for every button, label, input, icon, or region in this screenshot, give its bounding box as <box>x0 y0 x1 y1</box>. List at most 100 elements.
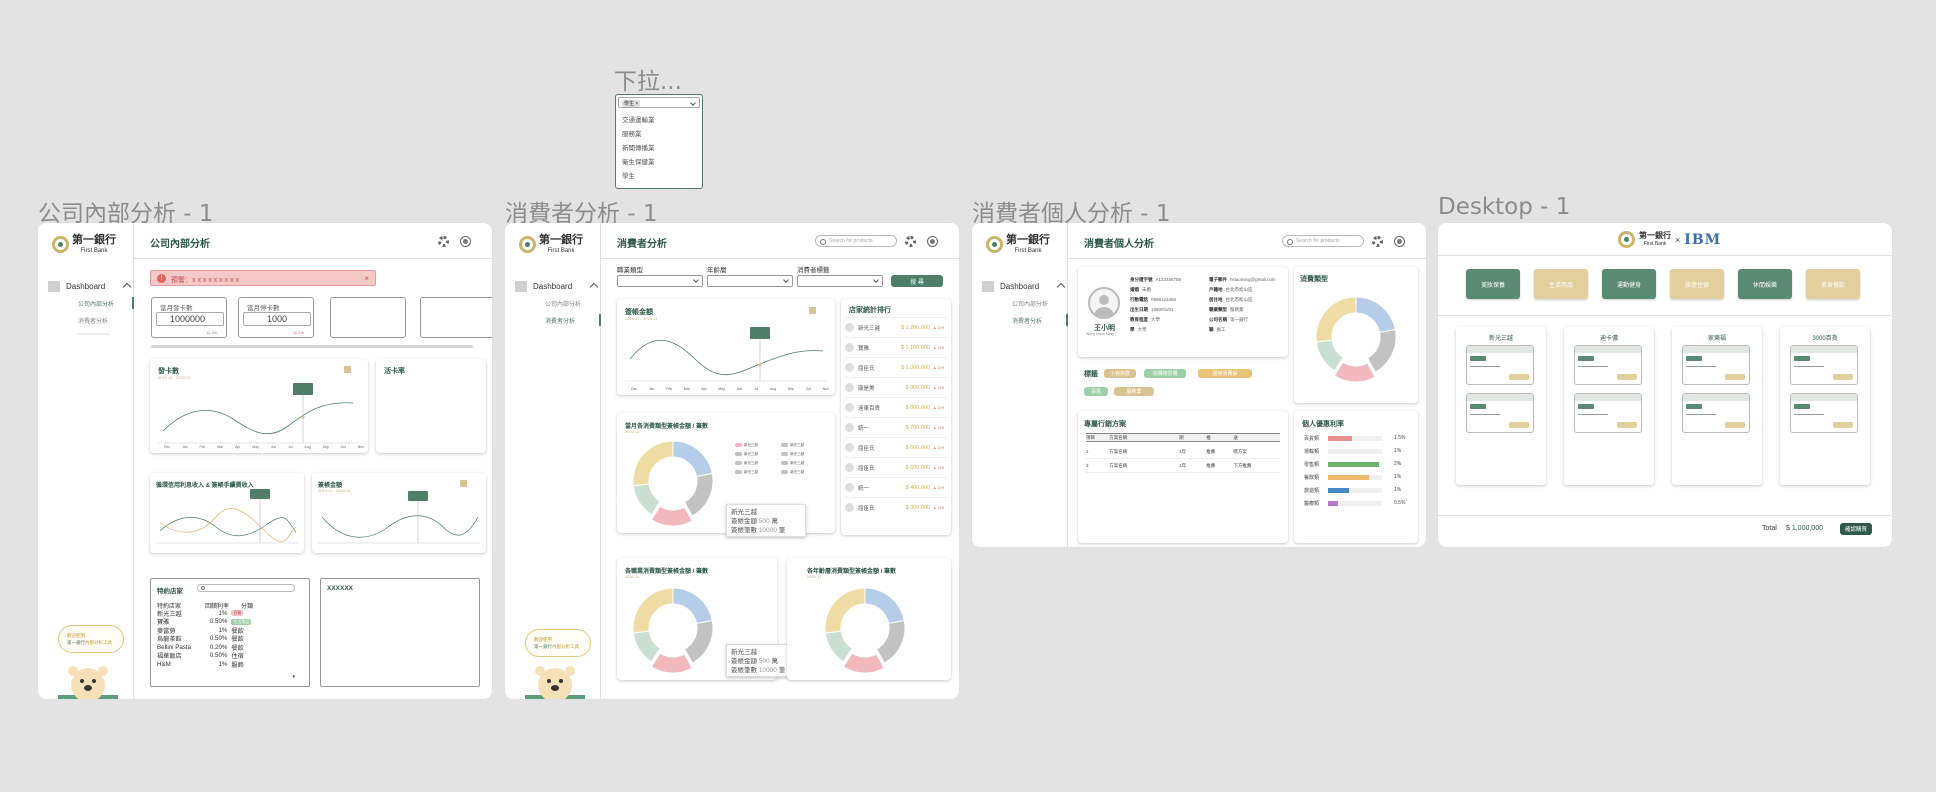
dropdown-option[interactable]: 新聞傳播業 <box>622 142 655 156</box>
table-row[interactable]: 統一 $ 700,000 ▲ 11% <box>845 417 947 437</box>
dropdown-option[interactable]: 交通運輸業 <box>622 114 655 128</box>
add-button[interactable] <box>1725 374 1745 380</box>
table-row[interactable]: 康是美 $ 900,000 ▲ 11% <box>845 377 947 397</box>
chevron-down-icon[interactable] <box>690 100 696 106</box>
donut-slice[interactable] <box>1333 361 1376 383</box>
add-button[interactable] <box>1833 374 1853 380</box>
add-button[interactable] <box>1509 422 1529 428</box>
donut-slice[interactable] <box>842 652 885 674</box>
dropdown-option[interactable]: 衛生保健業 <box>622 156 655 170</box>
donut-slice[interactable] <box>1315 296 1357 343</box>
tag-chip[interactable]: 有購物習慣 <box>1144 369 1186 378</box>
category-button[interactable]: 美食餐飲 <box>1806 269 1860 299</box>
donut-slice[interactable] <box>1366 328 1397 373</box>
table-row[interactable]: 新光三越 $ 1,200,000 ▲ 11% <box>845 317 947 337</box>
category-button[interactable]: 旅遊住宿 <box>1670 269 1724 299</box>
table-row[interactable]: 寶雅 $ 1,100,000 ▲ 11% <box>845 337 947 357</box>
table-row[interactable]: 屈臣氏 $ 500,000 ▲ 11% <box>845 457 947 477</box>
donut-slice[interactable] <box>1315 339 1344 372</box>
settings-gear-icon[interactable] <box>905 236 916 247</box>
user-avatar-icon[interactable] <box>460 236 471 247</box>
donut-slice[interactable] <box>864 587 905 625</box>
dropdown-select-box[interactable]: 學生 × <box>618 97 700 108</box>
chevron-up-icon[interactable] <box>589 282 599 292</box>
occupation-select[interactable] <box>617 275 703 287</box>
tag-chip[interactable]: 小資族群 <box>1104 369 1136 378</box>
donut-slice[interactable] <box>650 505 693 527</box>
category-button[interactable]: 生活用品 <box>1534 269 1588 299</box>
category-button[interactable]: 美妝保養 <box>1466 269 1520 299</box>
product-card[interactable] <box>1466 345 1534 385</box>
sidebar-item-consumer[interactable]: 消費者分析 <box>1012 316 1042 325</box>
user-avatar-icon[interactable] <box>927 236 938 247</box>
chevron-up-icon[interactable] <box>122 282 132 292</box>
category-button[interactable]: 休閒娛樂 <box>1738 269 1792 299</box>
donut-slice[interactable] <box>824 587 866 634</box>
dropdown-option[interactable]: 學生 <box>622 170 655 184</box>
selected-chip[interactable]: 學生 × <box>622 100 641 107</box>
alert-banner[interactable]: ! 預警：x x x x x x x x x × <box>150 270 376 286</box>
table-row[interactable]: H&M 1% 服飾 <box>157 660 277 669</box>
table-row[interactable]: 屈臣氏 $ 1,000,000 ▲ 11% <box>845 357 947 377</box>
tag-select[interactable] <box>797 275 883 287</box>
donut-slice[interactable] <box>683 472 714 517</box>
search-input[interactable]: Search for products <box>815 235 897 247</box>
tag-chip[interactable]: 經常消費保 <box>1198 369 1252 378</box>
table-row[interactable]: 烏龍茶館 0.50% 餐飲 <box>157 635 277 643</box>
search-input[interactable] <box>197 584 295 592</box>
product-card[interactable] <box>1790 393 1858 433</box>
table-row[interactable]: 統一 $ 400,000 ▲ 11% <box>845 477 947 497</box>
table-row[interactable]: 屈臣氏 $ 300,000 ▲ 11% <box>845 497 947 517</box>
add-button[interactable] <box>1509 374 1529 380</box>
settings-gear-icon[interactable] <box>438 236 449 247</box>
sidebar-item-company[interactable]: 公司內部分析 <box>1012 299 1048 308</box>
age-select[interactable] <box>707 275 793 287</box>
settings-small-icon[interactable] <box>809 307 816 314</box>
donut-slice[interactable] <box>672 587 713 625</box>
table-row[interactable]: 麥當勞 1% 餐飲 <box>157 626 277 635</box>
donut-slice[interactable] <box>683 619 714 664</box>
donut-slice[interactable] <box>1355 296 1396 334</box>
nav-dashboard[interactable]: Dashboard <box>982 281 1039 292</box>
donut-slice[interactable] <box>824 630 853 663</box>
search-button[interactable]: 搜 尋 <box>891 275 943 287</box>
confirm-purchase-button[interactable]: 確認購買 <box>1840 523 1872 535</box>
chevron-up-icon[interactable] <box>1056 282 1066 292</box>
table-row[interactable]: 新光三越 1% 百貨 <box>157 609 277 618</box>
user-avatar-icon[interactable] <box>1394 236 1405 247</box>
settings-small-icon[interactable] <box>344 366 351 373</box>
category-button[interactable]: 運動健身 <box>1602 269 1656 299</box>
settings-small-icon[interactable] <box>460 480 467 487</box>
add-button[interactable] <box>1617 374 1637 380</box>
settings-gear-icon[interactable] <box>1372 236 1383 247</box>
product-card[interactable] <box>1466 393 1534 433</box>
sidebar-item-company[interactable]: 公司內部分析 <box>78 299 114 308</box>
sidebar-item-company[interactable]: 公司內部分析 <box>545 299 581 308</box>
product-card[interactable] <box>1682 393 1750 433</box>
table-row[interactable]: 2 方案名稱 1年 推薦 下方推薦 <box>1086 459 1280 473</box>
donut-slice[interactable] <box>632 440 674 487</box>
add-button[interactable] <box>1617 422 1637 428</box>
dropdown-option[interactable]: 服務業 <box>622 128 655 142</box>
table-row[interactable]: 1 方案名稱 1年 推薦 贈方案 <box>1086 445 1280 459</box>
chevron-down-icon[interactable]: ▾ <box>292 674 295 680</box>
table-row[interactable]: Bellini Pasta 0.20% 餐飲 <box>157 643 277 652</box>
donut-slice[interactable] <box>632 587 674 634</box>
nav-dashboard[interactable]: Dashboard <box>515 281 572 292</box>
table-row[interactable]: 寶雅 0.50% 生活用品 <box>157 618 277 626</box>
nav-dashboard[interactable]: Dashboard <box>48 281 105 292</box>
close-icon[interactable]: × <box>364 274 369 283</box>
product-card[interactable] <box>1790 345 1858 385</box>
donut-slice[interactable] <box>632 630 661 663</box>
table-row[interactable]: 福華飯店 0.50% 住宿 <box>157 652 277 660</box>
sidebar-item-consumer[interactable]: 消費者分析 <box>545 316 575 325</box>
donut-slice[interactable] <box>875 619 906 664</box>
product-card[interactable] <box>1574 393 1642 433</box>
tag-chip[interactable]: 服務業 <box>1114 387 1154 396</box>
product-card[interactable] <box>1574 345 1642 385</box>
donut-slice[interactable] <box>632 483 661 516</box>
tag-chip[interactable]: 百貨 <box>1084 387 1108 396</box>
dropdown-annotation-panel[interactable]: 學生 × 交通運輸業 服務業 新聞傳播業 衛生保健業 學生 <box>615 94 703 189</box>
sidebar-item-consumer[interactable]: 消費者分析 <box>78 316 108 325</box>
donut-slice[interactable] <box>650 652 693 674</box>
